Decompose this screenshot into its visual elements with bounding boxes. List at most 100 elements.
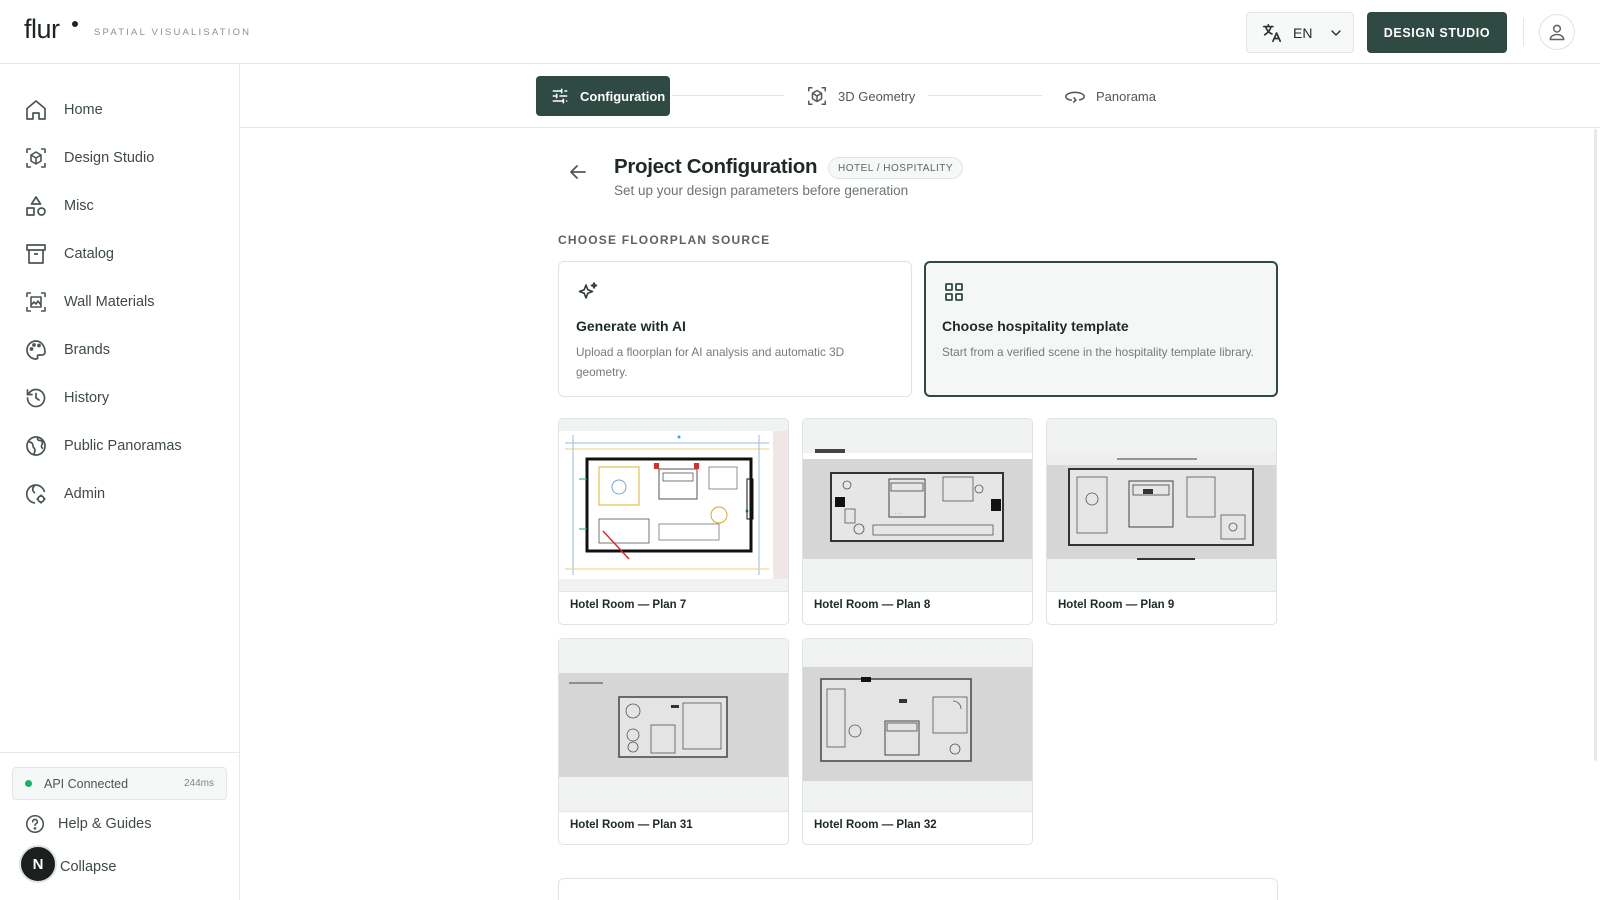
history-icon — [26, 388, 46, 408]
top-bar: flur SPATIAL VISUALISATION EN DESIGN STU… — [0, 0, 1600, 64]
admin-gear-icon — [25, 484, 46, 504]
app-logo[interactable]: flur — [24, 14, 60, 45]
collapse-sidebar-button[interactable]: Collapse — [60, 851, 116, 883]
sliders-icon — [552, 88, 568, 104]
sidebar-item-catalog[interactable]: Catalog — [24, 238, 114, 270]
section-heading: CHOOSE FLOORPLAN SOURCE — [558, 233, 771, 247]
sidebar-item-label: Wall Materials — [64, 294, 155, 310]
template-name: Hotel Room — Plan 32 — [814, 819, 937, 831]
floorplan-thumbnail — [1047, 419, 1276, 591]
api-status-badge: API Connected 244ms — [12, 767, 227, 800]
sparkles-icon — [578, 282, 598, 299]
floorplan-thumbnail — [559, 639, 788, 811]
generate-with-ai-option[interactable]: Generate with AI Upload a floorplan for … — [558, 261, 912, 397]
help-guides-link[interactable]: Help & Guides — [24, 808, 152, 840]
floorplan-drawing — [1047, 453, 1276, 560]
sidebar-item-label: Catalog — [64, 246, 114, 262]
sidebar-item-label: Public Panoramas — [64, 438, 182, 454]
translate-icon — [1262, 23, 1282, 42]
template-card-plan-32[interactable]: Hotel Room — Plan 32 — [802, 638, 1033, 845]
avatar[interactable]: N — [19, 845, 57, 883]
page-title: Project Configuration — [614, 155, 818, 178]
sidebar-item-home[interactable]: Home — [24, 94, 103, 126]
template-name: Hotel Room — Plan 9 — [1058, 599, 1175, 611]
choose-template-option[interactable]: Choose hospitality template Start from a… — [924, 261, 1278, 397]
card-divider — [803, 591, 1032, 592]
user-icon — [1549, 24, 1565, 41]
page-subtitle: Set up your design parameters before gen… — [614, 183, 909, 198]
status-dot — [25, 780, 32, 787]
option-description: Start from a verified scene in the hospi… — [942, 345, 1254, 359]
header-divider — [1523, 18, 1524, 46]
floorplan-drawing — [559, 431, 788, 579]
grid-icon — [945, 283, 963, 301]
sidebar-item-admin[interactable]: Admin — [24, 478, 105, 510]
template-card-plan-31[interactable]: Hotel Room — Plan 31 — [558, 638, 789, 845]
step-connector — [672, 95, 784, 96]
template-card-plan-9[interactable]: Hotel Room — Plan 9 — [1046, 418, 1277, 625]
step-label: Panorama — [1096, 88, 1156, 104]
collapse-label: Collapse — [60, 859, 117, 875]
cube-icon — [26, 148, 46, 168]
step-configuration[interactable]: Configuration — [536, 76, 670, 116]
option-description: Upload a floorplan for AI analysis and a… — [576, 345, 845, 379]
step-label: Configuration — [580, 88, 666, 104]
template-name: Hotel Room — Plan 7 — [570, 599, 687, 611]
language-label: EN — [1293, 24, 1313, 41]
template-card-plan-7[interactable]: Hotel Room — Plan 7 — [558, 418, 789, 625]
floorplan-drawing: · · · — [803, 449, 1032, 559]
sidebar-item-label: Brands — [64, 342, 110, 358]
sidebar-item-public-panoramas[interactable]: Public Panoramas — [24, 430, 182, 462]
card-divider — [559, 811, 788, 812]
sidebar-item-wall-materials[interactable]: Wall Materials — [24, 286, 155, 318]
shapes-icon — [26, 196, 46, 216]
card-divider — [1047, 591, 1276, 592]
next-section-card — [558, 878, 1278, 900]
sidebar-item-design-studio[interactable]: Design Studio — [24, 142, 154, 174]
card-divider — [559, 591, 788, 592]
sidebar-item-brands[interactable]: Brands — [24, 334, 110, 366]
api-latency: 244ms — [183, 778, 214, 789]
help-label: Help & Guides — [58, 816, 152, 832]
sidebar-item-label: Admin — [64, 486, 106, 502]
card-divider — [803, 811, 1032, 812]
step-navigator: Configuration 3D Geometry Panorama — [240, 64, 1600, 128]
template-card-plan-8[interactable]: · · · Hotel Room — Plan 8 — [802, 418, 1033, 625]
floorplan-drawing — [559, 673, 788, 777]
image-frame-icon — [26, 292, 46, 312]
floorplan-thumbnail — [559, 419, 788, 591]
option-title: Choose hospitality template — [942, 318, 1129, 334]
sidebar: Home Design Studio Misc Catalog Wall Mat… — [0, 64, 240, 900]
palette-icon — [26, 340, 46, 360]
sidebar-item-label: Misc — [64, 198, 94, 214]
option-title: Generate with AI — [576, 318, 686, 334]
user-menu-button[interactable] — [1539, 14, 1575, 50]
floorplan-thumbnail: · · · — [803, 419, 1032, 591]
sidebar-item-history[interactable]: History — [24, 382, 109, 414]
step-connector — [928, 95, 1042, 96]
archive-icon — [26, 244, 46, 264]
app-tagline: SPATIAL VISUALISATION — [94, 27, 252, 38]
step-label: 3D Geometry — [838, 88, 916, 104]
design-studio-button[interactable]: DESIGN STUDIO — [1367, 12, 1507, 53]
step-panorama[interactable]: Panorama — [1064, 76, 1156, 116]
language-selector[interactable]: EN — [1246, 12, 1354, 53]
scrollbar[interactable] — [1594, 129, 1597, 761]
back-button[interactable] — [566, 160, 590, 184]
sidebar-item-label: Design Studio — [64, 150, 155, 166]
sidebar-item-label: History — [64, 390, 110, 406]
globe-icon — [26, 436, 46, 456]
template-name: Hotel Room — Plan 31 — [570, 819, 693, 831]
api-status-text: API Connected — [44, 776, 129, 791]
help-circle-icon — [25, 814, 45, 834]
sidebar-item-label: Home — [64, 102, 103, 118]
project-type-badge: HOTEL / HOSPITALITY — [828, 157, 964, 179]
svg-text:· · ·: · · · — [895, 511, 901, 516]
chevron-down-icon — [1331, 29, 1342, 36]
arrow-left-icon — [570, 165, 586, 179]
floorplan-drawing — [803, 667, 1032, 781]
floorplan-thumbnail — [803, 639, 1032, 811]
step-3d-geometry[interactable]: 3D Geometry — [806, 76, 915, 116]
sidebar-item-misc[interactable]: Misc — [24, 190, 94, 222]
sidebar-divider — [0, 752, 239, 753]
